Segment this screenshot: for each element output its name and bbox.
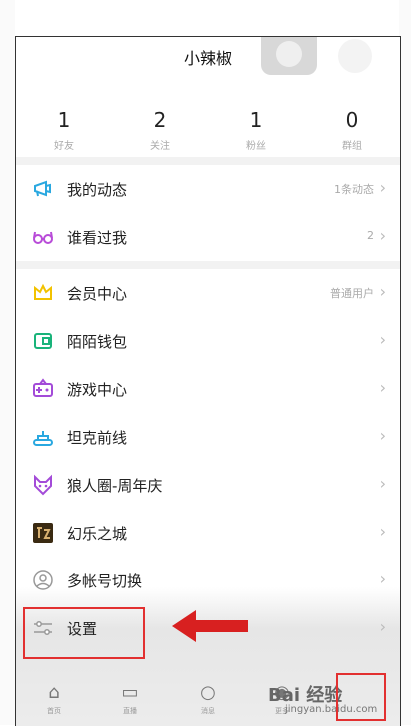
- stat-label: 好友: [54, 141, 74, 152]
- menu-item-wallet[interactable]: 陌陌钱包 ›: [16, 317, 400, 365]
- header: 小辣椒: [16, 37, 400, 75]
- menu-item-label: 多帐号切换: [67, 572, 143, 590]
- tab-label: 消息: [201, 707, 215, 715]
- tab-live[interactable]: ▭ 直播: [98, 682, 162, 716]
- highlight-box: [23, 607, 145, 659]
- chevron-right-icon: ›: [379, 330, 386, 349]
- menu-item-detail: 普通用户: [330, 287, 374, 300]
- menu-item-detail: 1条动态: [334, 183, 374, 196]
- menu-item-tank-front[interactable]: 坦克前线 ›: [16, 413, 400, 461]
- menu-item-label: 我的动态: [67, 181, 128, 199]
- glasses-icon: [33, 231, 53, 244]
- stat-groups[interactable]: 0 群组: [304, 109, 400, 152]
- profile-stats: 1 好友 2 关注 1 粉丝 0 群组: [16, 109, 400, 152]
- stat-fans[interactable]: 1 粉丝: [208, 109, 304, 152]
- video-icon: ▭: [121, 682, 139, 703]
- menu-item-label: 会员中心: [67, 285, 128, 303]
- stat-value: 2: [153, 108, 167, 132]
- tank-icon: [33, 431, 53, 446]
- menu-item-label: 谁看过我: [67, 229, 128, 247]
- chevron-right-icon: ›: [379, 426, 386, 445]
- stat-label: 群组: [342, 141, 362, 152]
- account-icon: [33, 570, 53, 590]
- menu-item-huanle-city[interactable]: 幻乐之城 ›: [16, 509, 400, 557]
- stat-label: 粉丝: [246, 141, 266, 152]
- tab-label: 直播: [123, 707, 137, 715]
- tab-label: 首页: [47, 707, 61, 715]
- menu-item-member-center[interactable]: 会员中心 普通用户 ›: [16, 269, 400, 317]
- divider: [16, 261, 400, 269]
- megaphone-icon: [34, 180, 51, 197]
- menu-item-label: 坦克前线: [67, 429, 128, 447]
- tab-home[interactable]: ⌂ 首页: [22, 682, 86, 716]
- menu-item-label: 狼人圈-周年庆: [67, 477, 163, 495]
- chevron-right-icon: ›: [379, 282, 386, 301]
- chevron-right-icon: ›: [379, 569, 386, 588]
- stat-label: 关注: [150, 141, 170, 152]
- chevron-right-icon: ›: [379, 178, 386, 197]
- me-tab-highlight[interactable]: [336, 673, 386, 721]
- floating-shadow: [338, 39, 372, 73]
- chevron-right-icon: ›: [379, 522, 386, 541]
- wolf-icon: [34, 474, 52, 496]
- menu-item-detail: 2: [367, 229, 374, 242]
- assistive-dot-icon: [276, 41, 302, 67]
- screen-frame-left: [0, 0, 15, 725]
- chevron-right-icon: ›: [379, 474, 386, 493]
- stat-value: 0: [345, 108, 359, 132]
- stat-value: 1: [57, 108, 71, 132]
- game-logo-icon: [33, 523, 53, 543]
- stat-friends[interactable]: 1 好友: [16, 109, 112, 152]
- menu-item-werewolf[interactable]: 狼人圈-周年庆 ›: [16, 461, 400, 509]
- chat-icon: ○: [200, 682, 216, 703]
- chevron-right-icon: ›: [379, 378, 386, 397]
- home-icon: ⌂: [48, 682, 60, 703]
- floating-assistive-button[interactable]: [261, 37, 317, 75]
- menu-item-my-moments[interactable]: 我的动态 1条动态 ›: [16, 165, 400, 213]
- chevron-right-icon: ›: [379, 226, 386, 245]
- tab-messages[interactable]: ○ 消息: [176, 682, 240, 716]
- menu-item-label: 陌陌钱包: [67, 333, 128, 351]
- wallet-icon: [34, 333, 52, 349]
- crown-icon: [34, 283, 52, 300]
- menu-item-label: 幻乐之城: [67, 525, 128, 543]
- stat-value: 1: [249, 108, 263, 132]
- menu-item-switch-account[interactable]: 多帐号切换 ›: [16, 556, 400, 604]
- red-arrow-icon: [172, 610, 248, 642]
- menu-item-game-center[interactable]: 游戏中心 ›: [16, 365, 400, 413]
- menu-item-who-viewed-me[interactable]: 谁看过我 2 ›: [16, 213, 400, 261]
- divider: [16, 157, 400, 165]
- chevron-right-icon: ›: [379, 617, 386, 636]
- gamepad-icon: [33, 378, 53, 397]
- stat-following[interactable]: 2 关注: [112, 109, 208, 152]
- menu-item-label: 游戏中心: [67, 381, 128, 399]
